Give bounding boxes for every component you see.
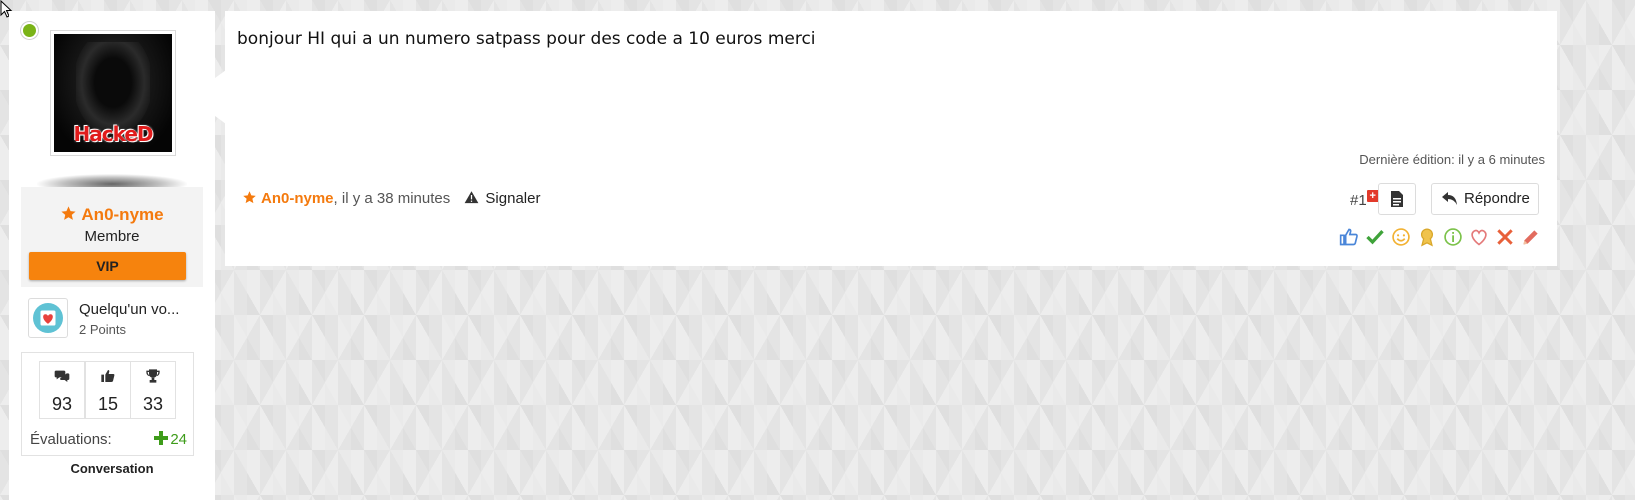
reply-button[interactable]: Répondre [1431, 183, 1539, 215]
post-time[interactable]: , il y a 38 minutes [334, 190, 451, 207]
author-sidebar: HackeD An0-nyme Membre VIP Quelqu'un vo.… [9, 11, 215, 500]
avatar-text: HackeD [73, 122, 153, 146]
award-badge [28, 298, 68, 338]
award-item[interactable]: Quelqu'un vo... 2 Points [28, 298, 208, 340]
heart-icon[interactable] [1469, 227, 1489, 247]
post-body: bonjour HI qui a un numero satpass pour … [237, 29, 816, 49]
plus-icon [154, 431, 169, 445]
quote-button[interactable] [1378, 183, 1416, 215]
pencil-icon[interactable] [1521, 227, 1541, 247]
post-number[interactable]: #1 + [1350, 190, 1379, 209]
award-name: Quelqu'un vo... [79, 301, 180, 318]
post-meta: An0-nyme, il y a 38 minutes Signaler [242, 190, 540, 207]
avatar-image: HackeD [54, 34, 172, 152]
evaluations-number: 24 [170, 431, 187, 448]
post-author[interactable]: An0-nyme [261, 190, 334, 207]
last-edit-note: Dernière édition: il y a 6 minutes [1359, 152, 1545, 167]
star-icon [243, 191, 256, 204]
reply-label: Répondre [1464, 190, 1530, 207]
vip-badge: VIP [29, 252, 186, 280]
thumbs-up-icon [101, 370, 115, 382]
report-label: Signaler [485, 190, 541, 207]
check-icon[interactable] [1365, 227, 1385, 247]
reply-icon [1442, 192, 1457, 205]
post-arrow [189, 70, 226, 124]
award-points: 2 Points [79, 322, 126, 337]
user-rank: Membre [84, 228, 140, 245]
document-icon [1391, 191, 1403, 207]
bookmark-plus-icon[interactable]: + [1366, 190, 1379, 202]
online-status-indicator [21, 22, 38, 39]
avatar[interactable]: HackeD [50, 30, 176, 156]
post-number-text: #1 [1350, 192, 1367, 209]
username-text: An0-nyme [81, 205, 164, 224]
user-info-box: An0-nyme Membre VIP [21, 187, 203, 287]
smile-icon[interactable] [1391, 227, 1411, 247]
stat-trophies[interactable]: 33 [130, 361, 176, 419]
warning-icon [465, 191, 479, 204]
trophy-icon [146, 369, 160, 383]
stat-likes-value: 15 [97, 394, 119, 414]
username[interactable]: An0-nyme [21, 205, 203, 225]
heart-icon [40, 310, 56, 326]
comments-icon [54, 370, 70, 382]
star-icon [61, 206, 76, 220]
report-link[interactable]: Signaler [464, 190, 540, 207]
stat-likes[interactable]: 15 [85, 361, 131, 419]
user-stats: 93 15 33 Évaluations: 24 [21, 352, 194, 456]
award-icon[interactable] [1417, 227, 1437, 247]
stat-messages-value: 93 [51, 394, 73, 414]
stat-messages[interactable]: 93 [39, 361, 85, 419]
stat-trophies-value: 33 [142, 394, 164, 414]
evaluations-label: Évaluations: [30, 431, 112, 448]
evaluations-value: 24 [154, 431, 187, 448]
info-icon[interactable] [1443, 227, 1463, 247]
post: bonjour HI qui a un numero satpass pour … [225, 11, 1557, 266]
conversation-link[interactable]: Conversation [9, 461, 215, 476]
cross-icon[interactable] [1495, 227, 1515, 247]
thumbs-up-icon[interactable] [1339, 227, 1359, 247]
